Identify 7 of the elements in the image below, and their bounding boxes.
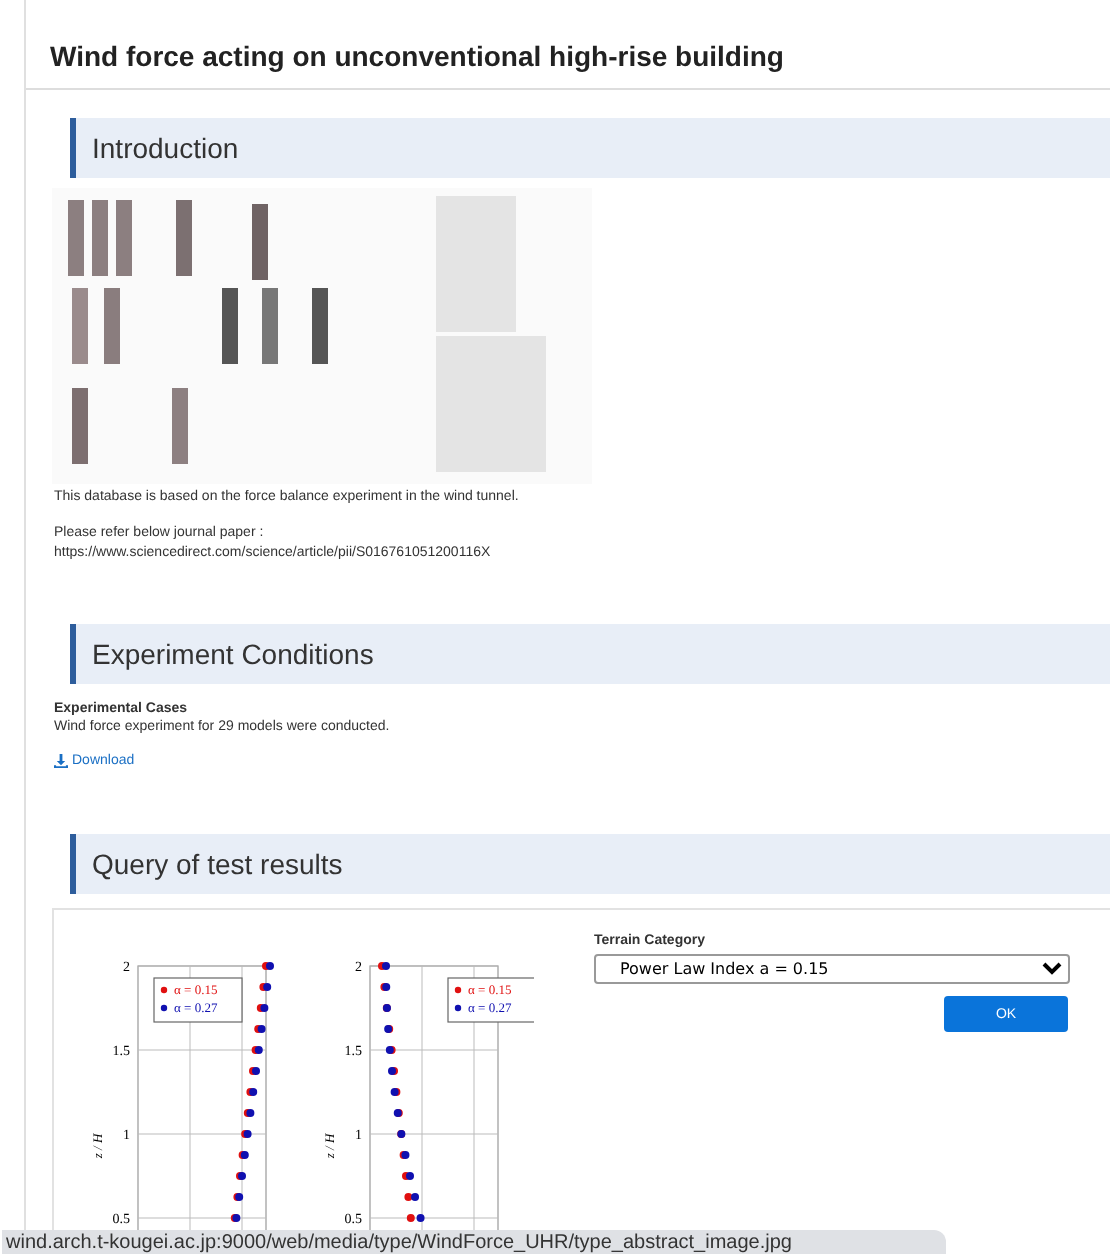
section-heading: Introduction: [70, 118, 1110, 178]
page-title: Wind force acting on unconventional high-rise building: [26, 0, 1110, 90]
section-heading: Experiment Conditions: [70, 624, 1110, 684]
status-url: wind.arch.t-kougei.ac.jp:9000/web/media/type/WindForce_UHR/type_abstract_image.jpg: [2, 1230, 946, 1254]
terrain-select[interactable]: Power Law Index a = 0.15: [594, 954, 1070, 984]
download-icon: [54, 754, 68, 768]
section-heading: Query of test results: [70, 834, 1110, 894]
